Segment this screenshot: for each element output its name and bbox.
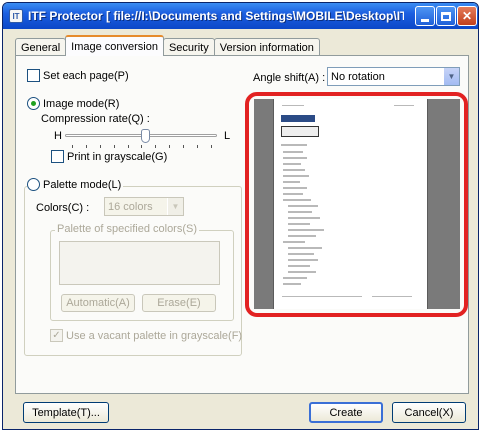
angle-shift-dropdown[interactable]: No rotation ▼ <box>327 67 460 86</box>
template-button[interactable]: Template(T)... <box>23 402 109 423</box>
create-button[interactable]: Create <box>309 402 383 423</box>
erase-button[interactable]: Erase(E) <box>142 294 216 312</box>
maximize-button[interactable] <box>436 6 456 26</box>
colors-label: Colors(C) : <box>36 202 90 214</box>
image-mode-label: Image mode(R) <box>43 97 120 110</box>
print-grayscale-option[interactable]: Print in grayscale(G) <box>51 150 167 163</box>
tab-security[interactable]: Security <box>162 38 215 56</box>
palette-mode-option[interactable]: Palette mode(L) <box>27 178 124 191</box>
minimize-button[interactable] <box>415 6 435 26</box>
tab-version-information[interactable]: Version information <box>213 38 320 56</box>
minimize-icon <box>421 18 429 22</box>
palette-mode-radio[interactable] <box>27 178 40 191</box>
app-icon: IT <box>9 9 23 23</box>
tab-image-conversion[interactable]: Image conversion <box>65 35 164 56</box>
palette-colors-legend: Palette of specified colors(S) <box>55 223 200 235</box>
slider-ticks <box>72 145 212 148</box>
print-grayscale-label: Print in grayscale(G) <box>67 150 168 163</box>
compression-rate-label: Compression rate(Q) : <box>41 113 150 125</box>
palette-mode-label: Palette mode(L) <box>43 178 122 191</box>
itf-protector-window: IT ITF Protector [ file://I:\Documents a… <box>2 2 479 430</box>
tab-general[interactable]: General <box>15 38 67 56</box>
colors-value: 16 colors <box>108 200 153 213</box>
maximize-icon <box>441 11 451 21</box>
chevron-down-icon: ▼ <box>443 68 459 85</box>
slider-low-label: H <box>54 130 62 142</box>
chevron-down-icon: ▼ <box>167 198 183 215</box>
slider-high-label: L <box>224 130 231 142</box>
colors-dropdown[interactable]: 16 colors ▼ <box>104 197 184 216</box>
palette-color-list[interactable] <box>59 241 220 285</box>
window-title: ITF Protector [ file://I:\Documents and … <box>28 9 404 23</box>
close-icon: ✕ <box>461 9 473 23</box>
angle-shift-value: No rotation <box>331 70 385 83</box>
automatic-button[interactable]: Automatic(A) <box>61 294 135 312</box>
image-conversion-panel: Set each page(P) Angle shift(A) : No rot… <box>15 55 469 394</box>
tab-strip: General Image conversion Security Versio… <box>15 35 320 56</box>
radio-selected-dot <box>31 101 36 106</box>
title-bar[interactable]: IT ITF Protector [ file://I:\Documents a… <box>3 3 478 29</box>
set-each-page-checkbox[interactable] <box>27 69 40 82</box>
set-each-page-option[interactable]: Set each page(P) <box>27 69 129 82</box>
vacant-palette-option[interactable]: ✓ Use a vacant palette in grayscale(F) <box>50 329 242 342</box>
vacant-palette-label: Use a vacant palette in grayscale(F) <box>66 329 243 342</box>
angle-shift-label: Angle shift(A) : <box>253 72 326 84</box>
close-button[interactable]: ✕ <box>457 6 477 26</box>
image-mode-radio[interactable] <box>27 97 40 110</box>
preview-highlight-ring <box>245 92 468 317</box>
image-mode-option[interactable]: Image mode(R) <box>27 97 119 110</box>
vacant-palette-checkbox[interactable]: ✓ <box>50 329 63 342</box>
cancel-button[interactable]: Cancel(X) <box>392 402 466 423</box>
print-grayscale-checkbox[interactable] <box>51 150 64 163</box>
compression-slider[interactable] <box>65 129 217 143</box>
slider-thumb[interactable] <box>141 129 150 143</box>
set-each-page-label: Set each page(P) <box>43 69 129 82</box>
